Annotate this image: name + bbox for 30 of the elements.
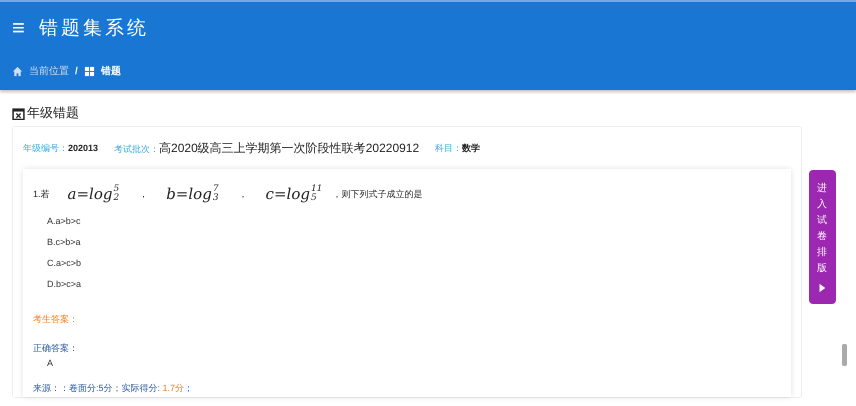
play-icon [817,283,827,293]
correct-answer: A [46,357,54,370]
correct-answer-label: 正确答案： [33,342,79,355]
layout-button[interactable]: 进入试卷排版 [808,170,836,304]
info-label: 科目： [435,142,462,152]
student-answer-label: 考生答案： [33,313,79,326]
answer-option: C.a>c>b [47,257,781,270]
answer-option: A.a>b>c [47,215,781,228]
section-title: 年级错题 [27,104,79,122]
grid-icon [84,66,95,76]
info-value: 高2020级高三上学期第一次阶段性联考20220912 [159,140,420,154]
menu-icon[interactable]: ≡ [12,17,25,39]
info-value: 202013 [68,142,98,152]
answer-option: B.c>b>a [47,236,781,249]
comma: ， [139,188,148,200]
answer-option: D.b>c>a [47,278,781,291]
question-number: 1.若 [33,188,50,200]
home-icon [12,66,23,76]
app-title: 错题集系统 [38,16,149,41]
breadcrumb-separator: / [75,66,78,76]
info-label: 考试批次： [114,144,160,154]
question-text: ，则下列式子成立的是 [332,188,422,200]
breadcrumb-item[interactable]: 当前位置 [29,64,69,78]
comma: ， [238,188,248,200]
scrollbar-thumb[interactable] [842,344,847,366]
info-value: 数学 [462,142,480,152]
breadcrumb-item[interactable]: 错题 [100,64,121,78]
info-label: 年级编号： [23,142,68,152]
calendar-icon [12,106,25,120]
score-line: 来源：：卷面分:5分；实际得分: 1.7分； [33,382,194,395]
